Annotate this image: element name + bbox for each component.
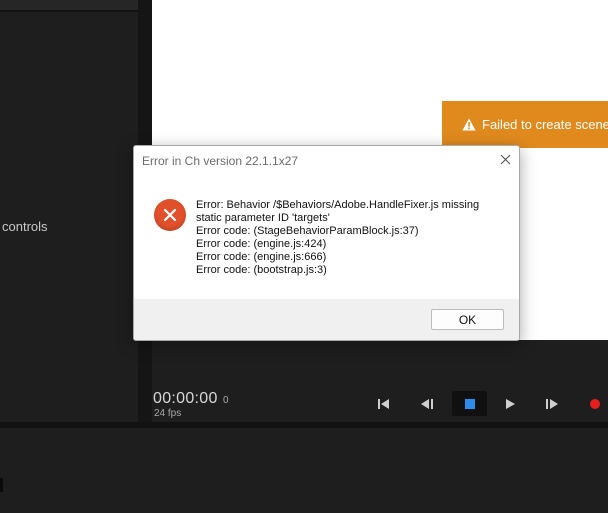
timecode-display[interactable]: 00:00:00 <box>153 390 218 408</box>
play-button[interactable] <box>499 393 521 415</box>
failure-banner-text: Failed to create scene <box>482 117 608 132</box>
controls-label: controls <box>2 219 48 234</box>
step-back-button[interactable] <box>416 393 438 415</box>
left-panel: controls <box>0 0 140 422</box>
bottom-panel <box>0 428 608 513</box>
error-message: Error: Behavior /$Behaviors/Adobe.Handle… <box>196 199 506 277</box>
close-icon <box>500 154 510 164</box>
dialog-footer: OK <box>134 299 519 340</box>
close-button[interactable] <box>497 151 513 167</box>
step-forward-icon <box>546 399 558 409</box>
error-line: Error: Behavior /$Behaviors/Adobe.Handle… <box>196 199 480 211</box>
error-line: Error code: (bootstrap.js:3) <box>196 264 327 276</box>
error-line: static parameter ID 'targets' <box>196 212 330 224</box>
fps-label: 24 fps <box>154 408 182 419</box>
error-line: Error code: (engine.js:424) <box>196 238 327 250</box>
error-line: Error code: (StageBehaviorParamBlock.js:… <box>196 225 419 237</box>
left-panel-header <box>0 0 138 12</box>
panel-handle[interactable] <box>0 478 3 492</box>
error-line: Error code: (engine.js:666) <box>196 251 327 263</box>
stop-button[interactable] <box>452 391 487 416</box>
play-icon <box>506 399 515 409</box>
go-to-start-button[interactable] <box>373 393 395 415</box>
error-dialog: Error in Ch version 22.1.1x27 Error: Beh… <box>133 145 520 341</box>
record-button[interactable] <box>590 399 600 409</box>
warning-triangle-icon <box>462 118 476 131</box>
stop-icon <box>464 398 475 409</box>
skip-to-start-icon <box>378 399 389 409</box>
error-circle-icon <box>154 199 186 231</box>
step-backward-icon <box>421 399 433 409</box>
failure-banner: Failed to create scene <box>442 101 608 148</box>
step-forward-button[interactable] <box>541 393 563 415</box>
frame-number: 0 <box>223 395 229 406</box>
ok-button[interactable]: OK <box>431 309 504 330</box>
dialog-title: Error in Ch version 22.1.1x27 <box>142 154 299 168</box>
